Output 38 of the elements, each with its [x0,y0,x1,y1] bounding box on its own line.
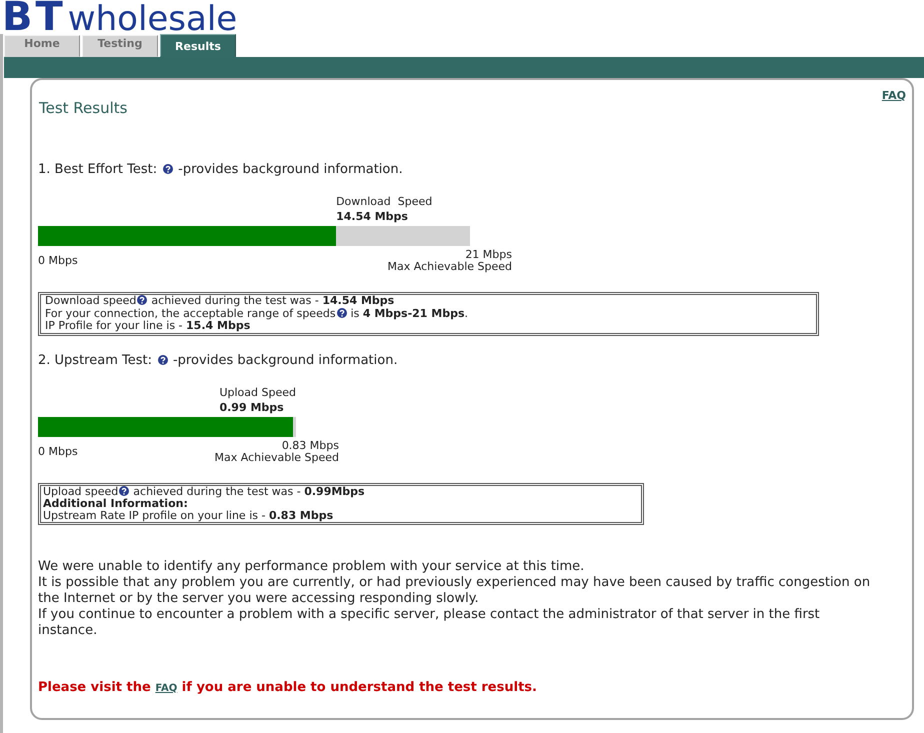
page-title: Test Results [39,99,128,117]
scale-max-label: 21 Mbps [465,249,512,261]
message-text: If you continue to encounter a problem with a specific server, please contact the administrator of that server in the first instance. [38,606,821,638]
info-text: achieved during the test was - 0.99Mbps [133,484,365,498]
test-note: -provides background information. [172,352,398,368]
speed-value: 0.99 Mbps [219,400,285,414]
message-text: It is possible that any problem you are currently, or had previously experienced may have been caused by traffic congestion on the Internet or by the server you were accessing responding slowly. [38,574,872,606]
test-title: 2. Upstream Test: [38,352,152,368]
nav-tab[interactable]: Testing [82,35,158,57]
info-heading: Additional Information: [43,496,188,510]
scale-min-label: 0 Mbps [38,446,78,458]
help-icon[interactable] [336,308,347,318]
scale-max-label: 0.83 Mbps [282,440,339,452]
faq-link[interactable]: FAQ [882,89,906,102]
info-text: IP Profile for your line is - 15.4 Mbps [45,319,250,332]
help-icon[interactable] [163,164,174,174]
test-note: -provides background information. [178,162,403,177]
nav-tab[interactable]: Results [160,34,236,57]
info-text: Upload speed [43,484,118,498]
scale-max-caption: Max Achievable Speed [214,452,339,464]
speed-caption: Download Speed [336,194,432,209]
help-icon[interactable] [119,486,130,496]
help-notice: Please visit the FAQ if you are unable to understand the test results. [38,680,538,696]
scale-max-caption: Max Achievable Speed [388,261,512,273]
speed-value: 14.54 Mbps [336,209,409,224]
help-icon[interactable] [137,295,148,305]
scale-min-label: 0 Mbps [38,255,78,267]
info-text: For your connection, the acceptable range of speeds [45,306,336,320]
info-text: achieved during the test was - 14.54 Mbps [151,294,394,307]
help-icon[interactable] [158,354,168,364]
faq-link[interactable]: FAQ [155,682,178,694]
info-text: Download speed [45,294,136,307]
test-title: 1. Best Effort Test: [38,162,158,177]
nav-tab[interactable]: Home [4,35,80,57]
speed-caption: Upload Speed [219,384,296,400]
info-text: is 4 Mbps-21 Mbps. [350,306,468,320]
message-text: We were unable to identify any performance problem with your service at this time. [38,558,586,574]
info-text: Upstream Rate IP profile on your line is - 0.83 Mbps [43,508,334,522]
